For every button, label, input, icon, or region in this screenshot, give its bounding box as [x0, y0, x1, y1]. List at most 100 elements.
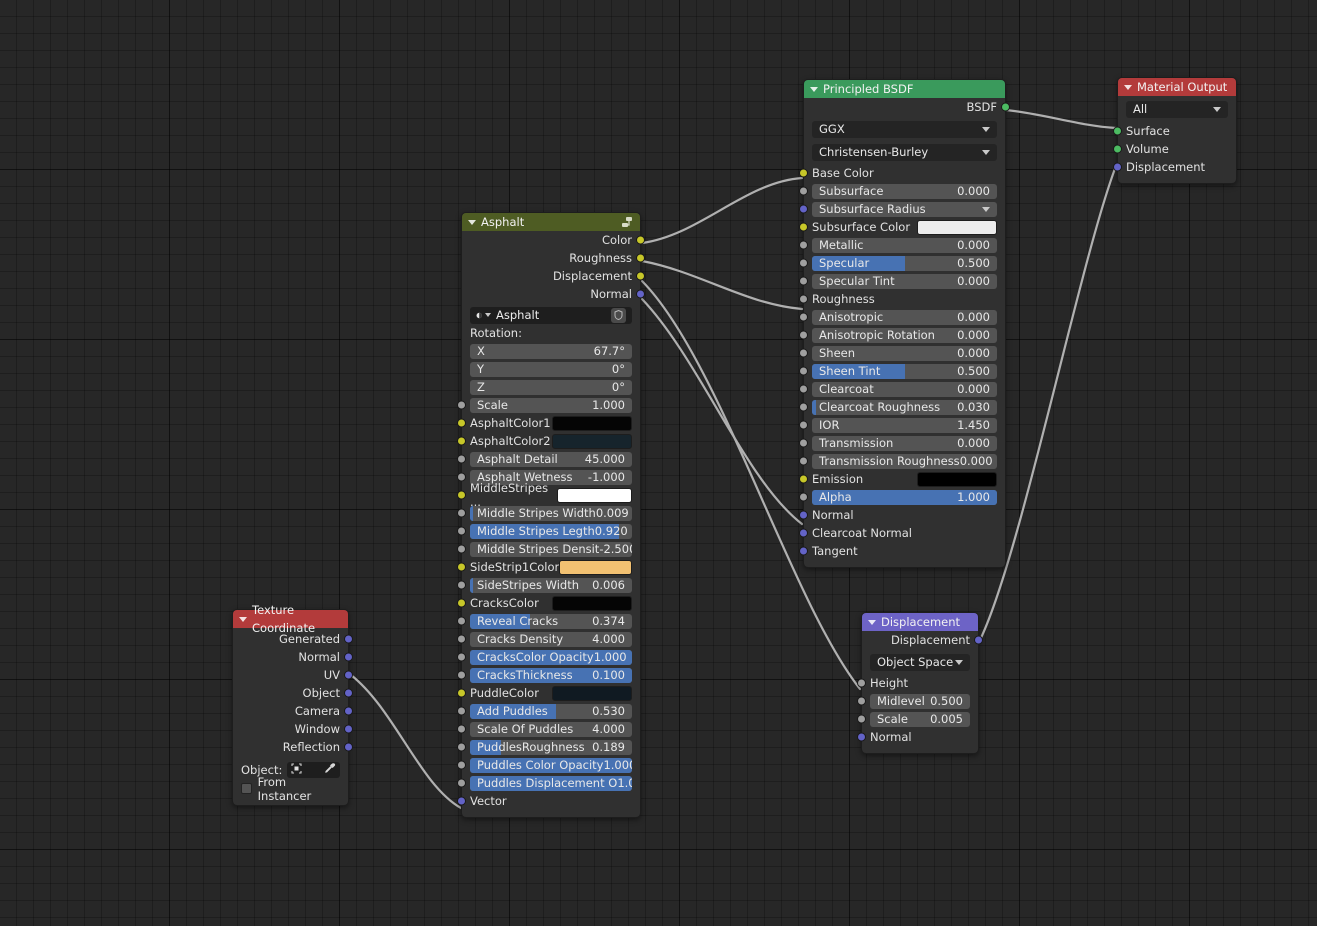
- socket-sheen-tint[interactable]: [799, 366, 808, 376]
- principled-input-row[interactable]: Metallic 0.000: [799, 236, 1005, 254]
- asphalt-value-slider[interactable]: SideStripes Width 0.006: [470, 577, 632, 593]
- asphalt-input-row[interactable]: Middle Stripes Densit-2.500: [457, 540, 640, 558]
- rotation-x-field[interactable]: X 67.7°: [470, 343, 632, 359]
- collapse-triangle-icon[interactable]: [468, 219, 476, 225]
- principled-input-row[interactable]: IOR 1.450: [799, 416, 1005, 434]
- socket-base-color[interactable]: [799, 168, 808, 178]
- asphalt-value-slider[interactable]: Reveal Cracks 0.374: [470, 613, 632, 629]
- asphalt-value-slider[interactable]: Middle Stripes Legth 0.920: [470, 523, 632, 539]
- socket-displacement[interactable]: [974, 635, 983, 645]
- asphalt-output-row[interactable]: Roughness: [462, 249, 645, 267]
- asphalt-input-row[interactable]: Reveal Cracks 0.374: [457, 612, 640, 630]
- socket-subsurface-radius[interactable]: [799, 204, 808, 214]
- socket-color[interactable]: [636, 235, 645, 245]
- subsurface-method-row[interactable]: Christensen-Burley: [804, 142, 1005, 162]
- asphalt-input-row[interactable]: AsphaltColor1: [457, 414, 640, 432]
- from-instancer-row[interactable]: From Instancer: [233, 775, 348, 803]
- socket-roughness[interactable]: [799, 294, 808, 304]
- texture-coordinate-output-row[interactable]: Reflection: [233, 738, 353, 756]
- collapse-triangle-icon[interactable]: [1124, 84, 1132, 90]
- principled-input-row[interactable]: Subsurface Color: [799, 218, 1005, 236]
- principled-input-row[interactable]: Clearcoat 0.000: [799, 380, 1005, 398]
- color-swatch[interactable]: [552, 685, 632, 701]
- asphalt-input-row[interactable]: Middle Stripes Width 0.009: [457, 504, 640, 522]
- socket-normal[interactable]: [344, 652, 353, 662]
- socket-clearcoat-roughness[interactable]: [799, 402, 808, 412]
- principled-value-slider[interactable]: Anisotropic 0.000: [812, 309, 997, 325]
- principled-input-row[interactable]: Sheen 0.000: [799, 344, 1005, 362]
- principled-input-row[interactable]: Tangent: [799, 542, 1005, 560]
- texture-coordinate-output-row[interactable]: Camera: [233, 702, 353, 720]
- asphalt-value-slider[interactable]: Cracks Density 4.000: [470, 631, 632, 647]
- rotation-z-field[interactable]: Z 0°: [470, 379, 632, 395]
- nodetree-selector-row[interactable]: Asphalt: [462, 305, 640, 325]
- socket-object[interactable]: [344, 688, 353, 698]
- principled-input-row[interactable]: Normal: [799, 506, 1005, 524]
- socket-bsdf[interactable]: [1001, 102, 1010, 112]
- asphalt-input-row[interactable]: Asphalt Wetness -1.000: [457, 468, 640, 486]
- socket-sheen[interactable]: [799, 348, 808, 358]
- principled-value-slider[interactable]: Specular 0.500: [812, 255, 997, 271]
- principled-input-row[interactable]: Base Color: [799, 164, 1005, 182]
- nodetree-name-field[interactable]: Asphalt: [470, 306, 632, 324]
- socket-displacement[interactable]: [636, 271, 645, 281]
- target-row[interactable]: All: [1118, 99, 1236, 119]
- asphalt-input-row[interactable]: Asphalt Detail 45.000: [457, 450, 640, 468]
- socket-normal[interactable]: [799, 510, 808, 520]
- collapse-triangle-icon[interactable]: [810, 86, 818, 92]
- asphalt-value-slider[interactable]: PuddlesRoughness 0.189: [470, 739, 632, 755]
- displacement-input-row[interactable]: Midlevel 0.500: [857, 692, 978, 710]
- node-texture-coordinate-header[interactable]: Texture Coordinate: [233, 603, 348, 635]
- asphalt-input-row[interactable]: Cracks Density 4.000: [457, 630, 640, 648]
- asphalt-value-slider[interactable]: Middle Stripes Width 0.009: [470, 505, 632, 521]
- socket-ior[interactable]: [799, 420, 808, 430]
- socket-anisotropic[interactable]: [799, 312, 808, 322]
- principled-value-slider[interactable]: Transmission 0.000: [812, 435, 997, 451]
- node-displacement[interactable]: Displacement Displacement Object Space H…: [857, 612, 983, 754]
- distribution-dropdown[interactable]: GGX: [812, 120, 997, 138]
- socket-midlevel[interactable]: [857, 696, 866, 706]
- asphalt-rotation-row[interactable]: Y 0°: [462, 360, 640, 378]
- socket-roughness[interactable]: [636, 253, 645, 263]
- asphalt-value-slider[interactable]: Asphalt Detail 45.000: [470, 451, 632, 467]
- asphalt-input-row[interactable]: SideStripes Width 0.006: [457, 576, 640, 594]
- asphalt-input-row[interactable]: Scale 1.000: [457, 396, 640, 414]
- from-instancer-checkbox[interactable]: [241, 783, 252, 794]
- socket-puddles-displacement-o[interactable]: [457, 778, 466, 788]
- socket-middle-stripes-legth[interactable]: [457, 526, 466, 536]
- asphalt-vector-input-row[interactable]: Vector: [457, 792, 640, 810]
- socket-asphalt-detail[interactable]: [457, 454, 466, 464]
- socket-reflection[interactable]: [344, 742, 353, 752]
- principled-input-row[interactable]: Subsurface 0.000: [799, 182, 1005, 200]
- node-material-output-header[interactable]: Material Output: [1118, 78, 1236, 96]
- displacement-value-slider[interactable]: Scale 0.005: [870, 711, 970, 727]
- space-dropdown[interactable]: Object Space: [870, 653, 970, 671]
- asphalt-value-slider[interactable]: Puddles Displacement O1.000: [470, 775, 632, 791]
- principled-value-slider[interactable]: Sheen Tint 0.500: [812, 363, 997, 379]
- color-swatch[interactable]: [556, 487, 632, 503]
- principled-value-slider[interactable]: Metallic 0.000: [812, 237, 997, 253]
- principled-input-row[interactable]: Alpha 1.000: [799, 488, 1005, 506]
- socket-middle-stripes-densit[interactable]: [457, 544, 466, 554]
- node-principled-header[interactable]: Principled BSDF: [804, 80, 1005, 98]
- asphalt-rotation-row[interactable]: X 67.7°: [462, 342, 640, 360]
- socket-puddles-color-opacity[interactable]: [457, 760, 466, 770]
- socket-asphaltcolor2[interactable]: [457, 436, 466, 446]
- asphalt-input-row[interactable]: CracksThickness 0.100: [457, 666, 640, 684]
- asphalt-value-slider[interactable]: Puddles Color Opacity1.000: [470, 757, 632, 773]
- socket-specular[interactable]: [799, 258, 808, 268]
- asphalt-value-slider[interactable]: CracksColor Opacity 1.000: [470, 649, 632, 665]
- socket-sidestripes-width[interactable]: [457, 580, 466, 590]
- socket-asphaltcolor1[interactable]: [457, 418, 466, 428]
- socket-metallic[interactable]: [799, 240, 808, 250]
- node-texture-coordinate[interactable]: Texture Coordinate Generated Normal UV Obje…: [232, 603, 353, 806]
- node-asphalt-header[interactable]: Asphalt: [462, 213, 640, 231]
- subsurface-method-dropdown[interactable]: Christensen-Burley: [812, 143, 997, 161]
- socket-subsurface-color[interactable]: [799, 222, 808, 232]
- principled-value-slider[interactable]: IOR 1.450: [812, 417, 997, 433]
- socket-scale-of-puddles[interactable]: [457, 724, 466, 734]
- socket-asphalt-wetness[interactable]: [457, 472, 466, 482]
- asphalt-output-row[interactable]: Color: [462, 231, 645, 249]
- socket-anisotropic-rotation[interactable]: [799, 330, 808, 340]
- asphalt-input-row[interactable]: CracksColor: [457, 594, 640, 612]
